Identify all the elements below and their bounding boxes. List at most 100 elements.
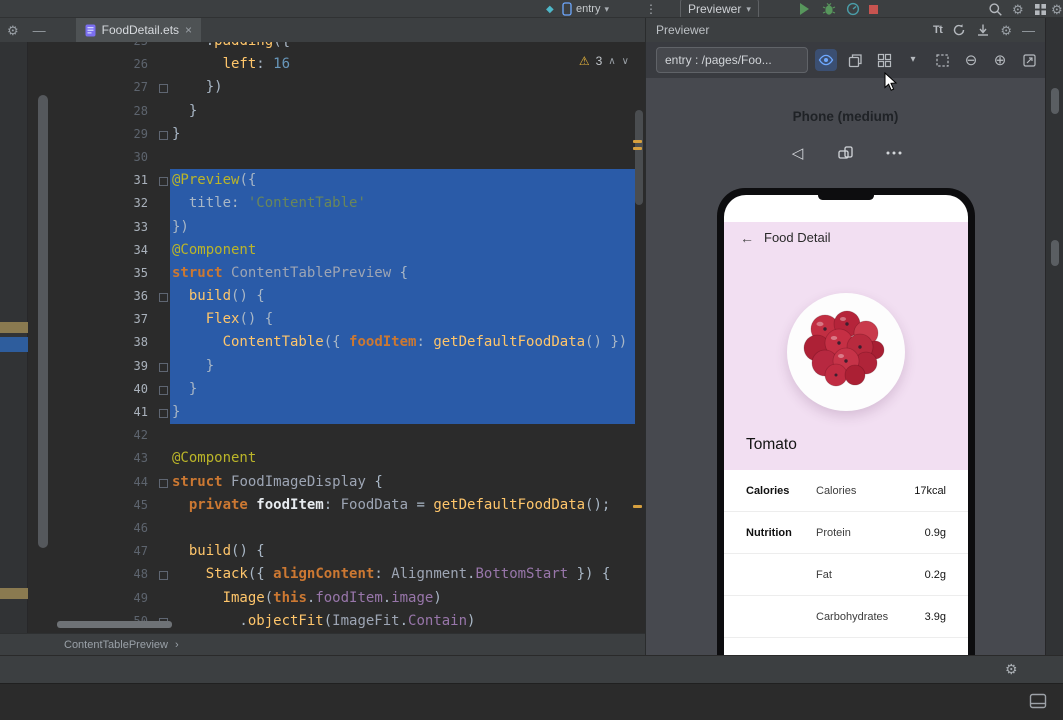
- search-everywhere-button[interactable]: [988, 0, 1003, 17]
- fold-marker[interactable]: [158, 285, 170, 308]
- code-line[interactable]: 25 .padding({: [28, 42, 645, 53]
- profiler-button[interactable]: [846, 0, 860, 17]
- code-text[interactable]: build() {: [170, 540, 635, 563]
- code-line[interactable]: 47 build() {: [28, 540, 645, 563]
- layout-windows-button[interactable]: [1034, 0, 1047, 17]
- fold-marker[interactable]: [158, 169, 170, 192]
- ide-settings-button[interactable]: ⚙: [1012, 0, 1024, 17]
- hide-panel-icon[interactable]: —: [33, 24, 46, 37]
- code-text[interactable]: [170, 146, 635, 169]
- debug-button[interactable]: [822, 0, 836, 17]
- code-editor[interactable]: 25 .padding({26 left: 1627 })28 }29}3031…: [28, 42, 645, 633]
- code-text[interactable]: left: 16: [170, 53, 635, 76]
- code-text[interactable]: }: [170, 123, 635, 146]
- multi-device-view-button[interactable]: [873, 49, 895, 71]
- fold-marker[interactable]: [158, 76, 170, 99]
- hide-panel-icon[interactable]: —: [1022, 24, 1035, 37]
- fit-to-screen-button[interactable]: [1018, 49, 1040, 71]
- code-line[interactable]: 38 ContentTable({ foodItem: getDefaultFo…: [28, 331, 645, 355]
- fold-marker[interactable]: [158, 378, 170, 401]
- component-tree-button[interactable]: [844, 49, 866, 71]
- code-text[interactable]: }): [170, 76, 635, 99]
- page-selector[interactable]: entry : /pages/Foo...: [656, 47, 808, 73]
- code-line[interactable]: 44 struct FoodImageDisplay {: [28, 471, 645, 494]
- code-line[interactable]: 41}: [28, 401, 645, 425]
- gear-icon[interactable]: ⚙: [7, 24, 19, 37]
- code-line[interactable]: 28 }: [28, 100, 645, 123]
- code-line[interactable]: 30: [28, 146, 645, 169]
- code-line[interactable]: 26 left: 16: [28, 53, 645, 76]
- code-text[interactable]: struct FoodImageDisplay {: [170, 471, 635, 494]
- dock-panel-icon[interactable]: [1029, 693, 1047, 709]
- tab-fooddetail[interactable]: FoodDetail.ets ×: [75, 18, 202, 42]
- refresh-icon[interactable]: [952, 23, 966, 37]
- code-text[interactable]: [170, 424, 635, 447]
- code-text[interactable]: }): [170, 215, 635, 239]
- back-button[interactable]: ◁: [783, 140, 813, 166]
- code-line[interactable]: 31 @Preview({: [28, 169, 645, 193]
- code-text[interactable]: [170, 517, 635, 540]
- code-text[interactable]: Stack({ alignContent: Alignment.BottomSt…: [170, 563, 635, 586]
- code-text[interactable]: }: [170, 100, 635, 123]
- code-line[interactable]: 33}): [28, 215, 645, 239]
- export-icon[interactable]: [976, 23, 990, 37]
- phone-screen[interactable]: ← Food Detail Tomato Calories Calories 1…: [724, 195, 968, 655]
- font-scale-icon[interactable]: Tt: [933, 24, 943, 36]
- code-line[interactable]: 36 build() {: [28, 285, 645, 309]
- code-line[interactable]: 43 @Component: [28, 447, 645, 470]
- inspector-button[interactable]: [815, 49, 837, 71]
- zoom-in-button[interactable]: ⊕: [989, 49, 1011, 71]
- prev-warning-icon[interactable]: ∧: [608, 56, 615, 67]
- code-line[interactable]: 39 }: [28, 354, 645, 378]
- code-text[interactable]: .objectFit(ImageFit.Contain): [170, 610, 635, 633]
- fold-marker[interactable]: [158, 123, 170, 146]
- horizontal-scrollbar[interactable]: [57, 621, 172, 628]
- run-button[interactable]: [800, 0, 809, 17]
- code-line[interactable]: 34 @Component: [28, 238, 645, 262]
- line-number[interactable]: 48: [28, 563, 158, 586]
- run-config-selector[interactable]: entry ▾: [562, 0, 609, 17]
- next-warning-icon[interactable]: ∨: [622, 56, 629, 67]
- view-options-chevron[interactable]: ▾: [902, 49, 924, 71]
- code-text[interactable]: struct ContentTablePreview {: [170, 261, 635, 286]
- rotate-device-button[interactable]: [831, 140, 861, 166]
- strip-scrollbar[interactable]: [1051, 240, 1059, 266]
- gutter-scrollbar[interactable]: [38, 95, 48, 548]
- line-number[interactable]: 26: [28, 53, 158, 76]
- code-line[interactable]: 29}: [28, 123, 645, 146]
- device-selector[interactable]: Previewer ▾: [680, 0, 759, 17]
- kebab-menu-icon[interactable]: ⋮: [645, 0, 657, 17]
- code-text[interactable]: build() {: [170, 285, 635, 309]
- code-text[interactable]: @Preview({: [170, 169, 635, 193]
- code-line[interactable]: 35 struct ContentTablePreview {: [28, 261, 645, 286]
- close-icon[interactable]: ×: [185, 23, 192, 37]
- fold-marker[interactable]: [158, 471, 170, 494]
- code-line[interactable]: 37 Flex() {: [28, 308, 645, 332]
- editor-scrollbar[interactable]: [635, 110, 643, 205]
- code-text[interactable]: @Component: [170, 447, 635, 470]
- fold-marker[interactable]: [158, 355, 170, 378]
- code-line[interactable]: 42: [28, 424, 645, 447]
- code-text[interactable]: ContentTable({ foodItem: getDefaultFoodD…: [170, 331, 635, 355]
- code-text[interactable]: .padding({: [170, 42, 635, 53]
- line-number[interactable]: 27: [28, 76, 158, 99]
- breadcrumb-item[interactable]: ContentTablePreview: [64, 639, 168, 651]
- show-bounds-button[interactable]: [931, 49, 953, 71]
- strip-scrollbar[interactable]: [1051, 88, 1059, 114]
- code-line[interactable]: 45 private foodItem: FoodData = getDefau…: [28, 494, 645, 517]
- line-number[interactable]: 25: [28, 42, 158, 53]
- inspections-widget[interactable]: ⚠ 3 ∧ ∨: [579, 54, 629, 68]
- code-text[interactable]: @Component: [170, 238, 635, 262]
- code-line[interactable]: 40 }: [28, 377, 645, 401]
- gear-icon[interactable]: ⚙: [1000, 24, 1012, 37]
- app-back-icon[interactable]: ←: [740, 230, 754, 246]
- code-line[interactable]: 49 Image(this.foodItem.image): [28, 587, 645, 610]
- notifications-button[interactable]: ⚙: [1051, 0, 1063, 17]
- gear-icon[interactable]: ⚙: [1005, 661, 1018, 678]
- code-text[interactable]: Flex() {: [170, 308, 635, 332]
- code-line[interactable]: 48 Stack({ alignContent: Alignment.Botto…: [28, 563, 645, 586]
- code-text[interactable]: title: 'ContentTable': [170, 192, 635, 216]
- code-text[interactable]: Image(this.foodItem.image): [170, 587, 635, 610]
- code-line[interactable]: 32 title: 'ContentTable': [28, 192, 645, 216]
- code-text[interactable]: private foodItem: FoodData = getDefaultF…: [170, 494, 635, 517]
